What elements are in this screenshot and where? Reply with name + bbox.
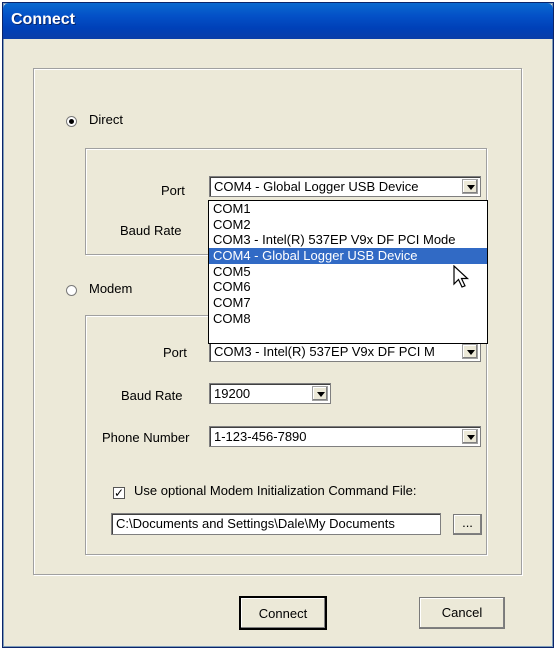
chevron-down-icon[interactable] <box>312 386 328 401</box>
browse-button[interactable]: ... <box>453 514 482 535</box>
port-option[interactable]: COM5 <box>209 264 487 280</box>
init-file-label[interactable]: Use optional Modem Initialization Comman… <box>134 483 417 498</box>
modem-label[interactable]: Modem <box>89 281 132 296</box>
phone-number-value: 1-123-456-7890 <box>214 429 307 444</box>
modem-baud-select[interactable]: 19200 <box>209 383 331 404</box>
modem-baud-value: 19200 <box>214 386 251 401</box>
chevron-down-icon[interactable] <box>462 179 478 194</box>
modem-baud-label: Baud Rate <box>121 388 183 403</box>
cancel-button[interactable]: Cancel <box>419 597 505 629</box>
direct-port-select[interactable]: COM4 - Global Logger USB Device <box>209 176 481 197</box>
window-title: Connect <box>11 11 75 28</box>
modem-port-value: COM3 - Intel(R) 537EP V9x DF PCI M <box>214 344 435 359</box>
phone-number-select[interactable]: 1-123-456-7890 <box>209 426 481 447</box>
title-bar[interactable]: Connect <box>3 3 553 39</box>
phone-number-label: Phone Number <box>102 430 190 445</box>
direct-radio-dot <box>69 119 74 124</box>
port-option[interactable]: COM7 <box>209 295 487 311</box>
chevron-down-icon[interactable] <box>462 429 478 444</box>
modem-port-label: Port <box>163 345 187 360</box>
chevron-down-icon[interactable] <box>462 344 478 359</box>
modem-radio[interactable] <box>66 285 77 296</box>
direct-radio[interactable] <box>66 116 77 127</box>
port-option[interactable]: COM3 - Intel(R) 537EP V9x DF PCI Mode <box>209 232 487 248</box>
modem-port-select[interactable]: COM3 - Intel(R) 537EP V9x DF PCI M <box>209 341 481 362</box>
port-option[interactable]: COM4 - Global Logger USB Device <box>209 248 487 264</box>
port-dropdown-list[interactable]: COM1 COM2 COM3 - Intel(R) 537EP V9x DF PCI… <box>208 200 488 344</box>
mouse-cursor-icon <box>453 265 470 288</box>
init-file-checkbox[interactable]: ✓ <box>113 487 125 499</box>
port-option[interactable]: COM8 <box>209 311 487 327</box>
connect-dialog: Connect Direct Port COM4 - Global Logger… <box>2 2 554 648</box>
checkmark-icon: ✓ <box>114 486 125 500</box>
direct-port-label: Port <box>161 183 185 198</box>
init-file-path-input[interactable]: C:\Documents and Settings\Dale\My Docume… <box>111 513 441 535</box>
port-option[interactable]: COM2 <box>209 217 487 233</box>
port-option[interactable]: COM1 <box>209 201 487 217</box>
direct-baud-label: Baud Rate <box>120 223 182 238</box>
direct-port-value: COM4 - Global Logger USB Device <box>214 179 419 194</box>
direct-label[interactable]: Direct <box>89 112 123 127</box>
connect-button[interactable]: Connect <box>239 596 327 630</box>
port-options: COM1 COM2 COM3 - Intel(R) 537EP V9x DF PCI… <box>209 201 487 327</box>
port-option[interactable]: COM6 <box>209 279 487 295</box>
